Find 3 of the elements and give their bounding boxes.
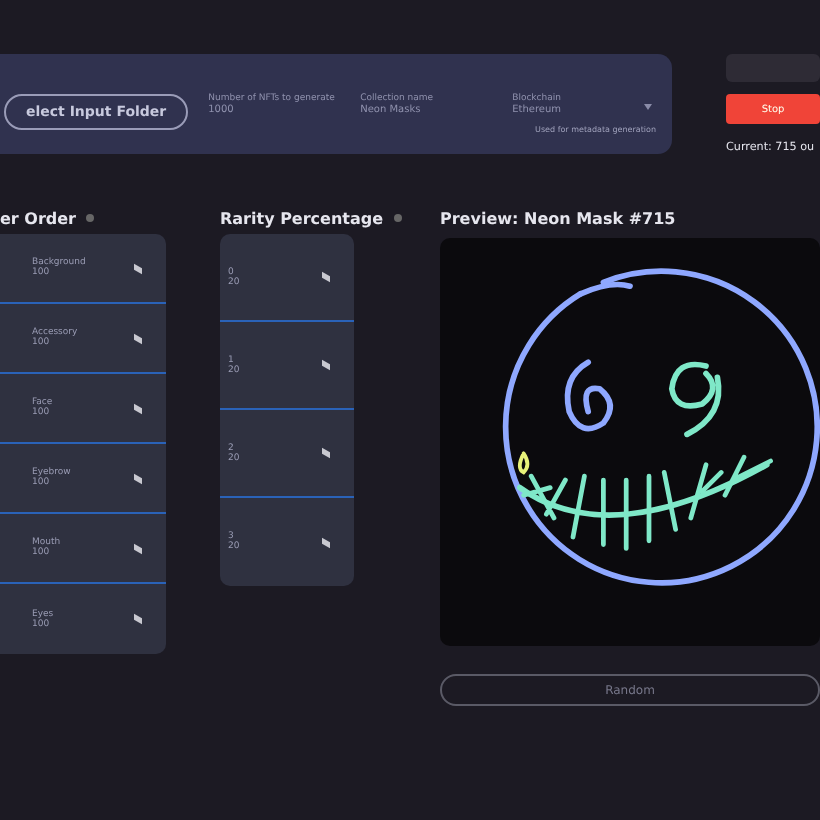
section-title: Preview: Neon Mask #715: [440, 209, 676, 227]
section-title: Rarity Percentage: [220, 209, 384, 227]
section-title: er Order: [0, 209, 76, 227]
